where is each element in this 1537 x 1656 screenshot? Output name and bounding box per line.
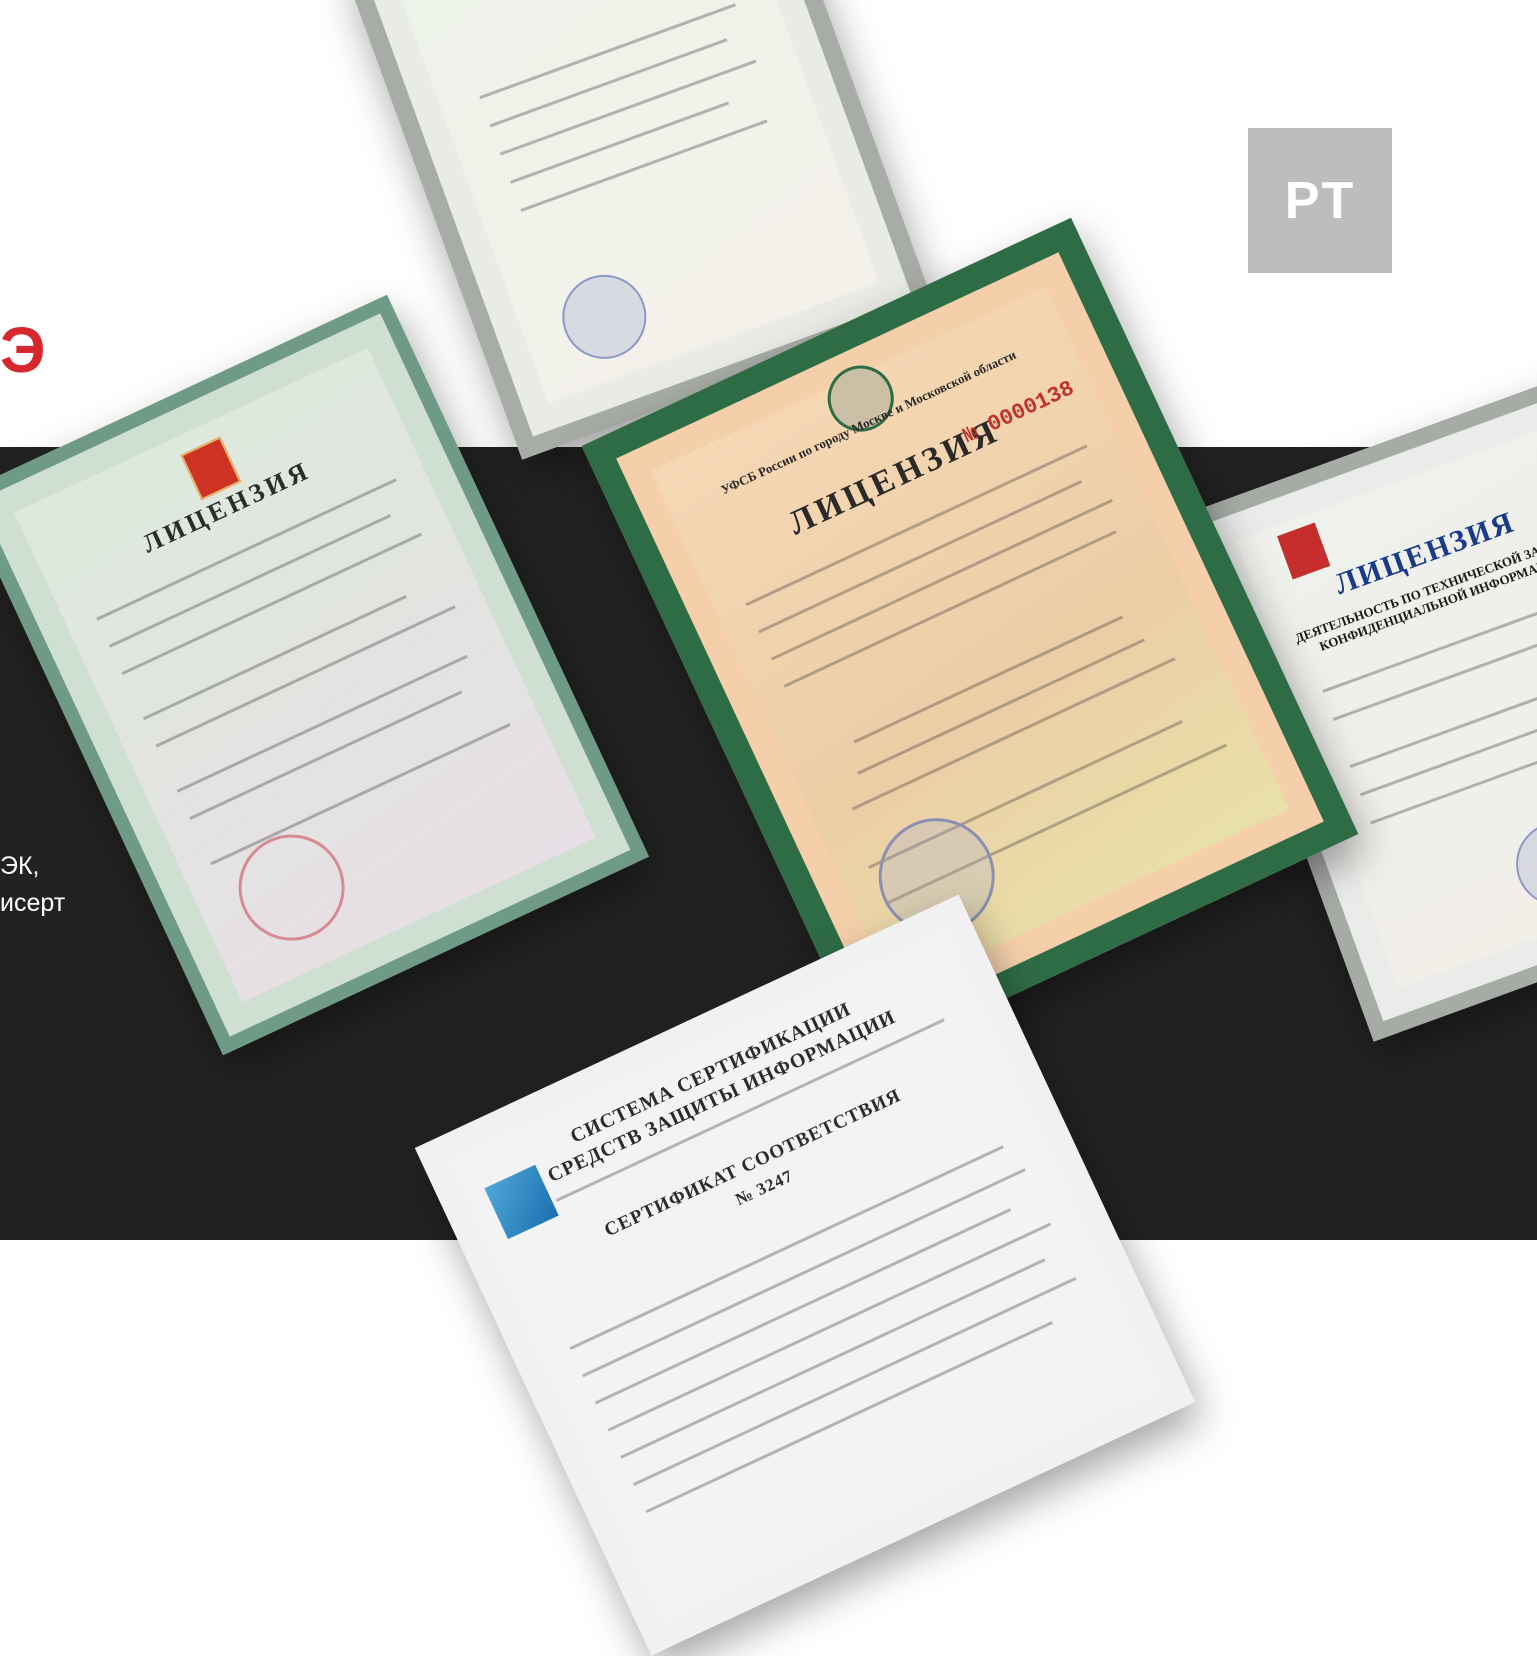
text-line: [176, 654, 468, 793]
document-left-title: ЛИЦЕНЗИЯ: [137, 455, 316, 559]
stamp-seal-icon: [550, 263, 659, 371]
pt-logo-text: PT: [1284, 171, 1356, 230]
text-line: [851, 657, 1176, 811]
text-line: [1370, 727, 1537, 825]
text-line: [620, 1258, 1046, 1459]
side-text-line-2: исерт: [0, 889, 66, 917]
text-line: [857, 638, 1145, 775]
text-line: [121, 532, 422, 675]
text-line: [510, 101, 730, 184]
text-line: [210, 723, 511, 866]
brand-red-glyph: Э: [0, 314, 46, 386]
text-line: [783, 530, 1117, 688]
coat-of-arms-icon: [1277, 522, 1331, 580]
text-line: [607, 1222, 1052, 1432]
side-text-line-1: ЭК,: [0, 852, 40, 880]
stamp-seal-icon: [1504, 810, 1537, 918]
text-line: [632, 1277, 1077, 1486]
side-text: ЭК, исерт: [0, 848, 65, 922]
text-line: [1349, 667, 1537, 769]
stamp-seal-icon: [221, 817, 363, 959]
text-line: [155, 605, 456, 748]
pt-logo: PT: [1248, 128, 1392, 273]
